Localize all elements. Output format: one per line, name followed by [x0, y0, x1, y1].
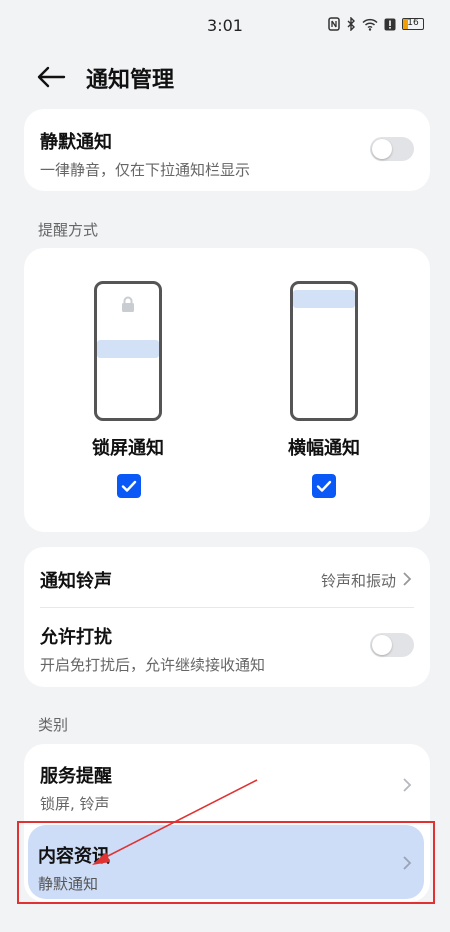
battery-level: 16 — [407, 18, 419, 28]
lock-screen-preview[interactable] — [94, 281, 162, 421]
category-section-label: 类别 — [38, 716, 69, 734]
header: 通知管理 — [0, 52, 450, 102]
back-arrow-icon[interactable] — [36, 66, 66, 88]
checkbox-checked-icon — [316, 480, 332, 492]
chevron-right-icon — [403, 778, 412, 792]
status-icons: 16 — [328, 17, 424, 31]
category-item-service-reminder[interactable]: 服务提醒 锁屏, 铃声 — [24, 744, 430, 822]
toggle-knob — [372, 635, 392, 655]
toggle-knob — [372, 139, 392, 159]
checkbox-checked-icon — [121, 480, 137, 492]
ringtone-row[interactable]: 通知铃声 铃声和振动 — [24, 547, 430, 609]
dnd-subtitle: 开启免打扰后，允许继续接收通知 — [40, 656, 266, 674]
banner-checkbox[interactable] — [312, 474, 336, 498]
wifi-icon — [362, 18, 378, 31]
category-item-subtitle: 锁屏, 铃声 — [40, 795, 110, 813]
banner-label: 横幅通知 — [288, 438, 360, 459]
silent-notification-toggle[interactable] — [370, 137, 414, 161]
ringtone-title: 通知铃声 — [40, 571, 112, 592]
nfc-icon — [328, 17, 340, 31]
lock-icon — [122, 296, 134, 312]
category-item-title: 服务提醒 — [40, 766, 112, 787]
dnd-title: 允许打扰 — [40, 627, 112, 648]
alert-icon — [384, 18, 396, 30]
silent-notification-text: 静默通知 一律静音，仅在下拉通知栏显示 — [40, 128, 250, 180]
reminder-section-label: 提醒方式 — [38, 221, 99, 239]
silent-notification-title: 静默通知 — [40, 132, 112, 153]
battery-icon: 16 — [402, 18, 424, 30]
dnd-toggle[interactable] — [370, 633, 414, 657]
lock-screen-label: 锁屏通知 — [92, 438, 164, 459]
reminder-card: 锁屏通知 横幅通知 — [24, 248, 430, 532]
sound-settings-card: 通知铃声 铃声和振动 允许打扰 开启免打扰后，允许继续接收通知 — [24, 547, 430, 687]
status-bar: 3:01 16 — [0, 0, 450, 52]
lock-notification-bar — [97, 340, 159, 358]
chevron-right-icon — [403, 572, 412, 586]
annotation-frame — [17, 821, 435, 904]
lock-screen-checkbox[interactable] — [117, 474, 141, 498]
page-title: 通知管理 — [86, 68, 175, 93]
silent-notification-subtitle: 一律静音，仅在下拉通知栏显示 — [40, 161, 251, 179]
dnd-text: 允许打扰 开启免打扰后，允许继续接收通知 — [40, 623, 265, 675]
ringtone-value: 铃声和振动 — [320, 572, 396, 590]
bluetooth-icon — [347, 17, 355, 31]
divider — [40, 607, 414, 608]
list-item: 服务提醒 锁屏, 铃声 — [40, 762, 112, 814]
banner-notification-bar — [293, 290, 355, 308]
banner-preview[interactable] — [290, 281, 358, 421]
silent-notification-card: 静默通知 一律静音，仅在下拉通知栏显示 — [24, 109, 430, 191]
